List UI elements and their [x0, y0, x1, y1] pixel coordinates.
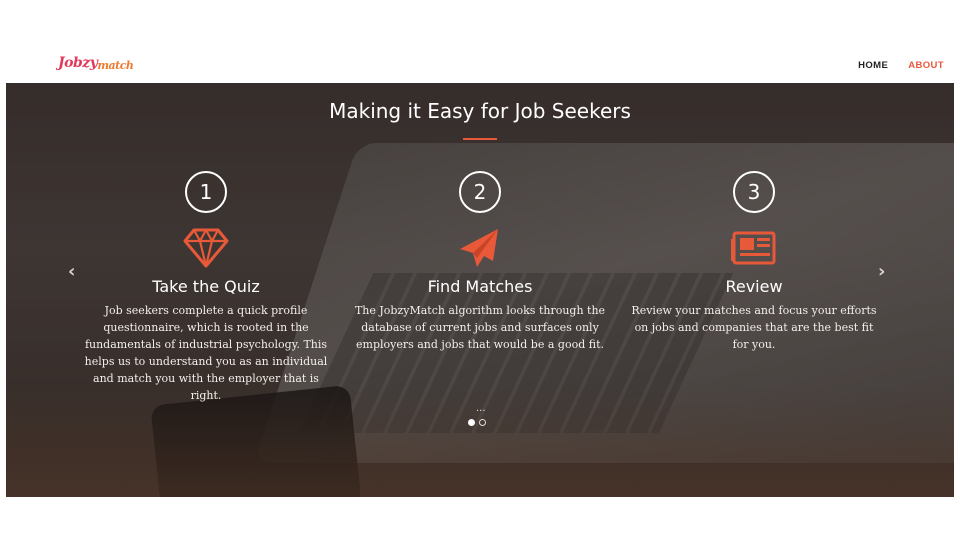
step-title-1: Take the Quiz — [152, 277, 260, 296]
step-number-3: 3 — [733, 171, 775, 213]
nav-home-link[interactable]: HOME — [858, 60, 888, 71]
navbar: Jobzymatch HOME ABOUT — [0, 0, 960, 83]
hero-title: Making it Easy for Job Seekers — [329, 99, 631, 123]
carousel-dot-1[interactable] — [468, 419, 475, 426]
title-divider — [463, 138, 497, 140]
step-column-1: 1 Take the Quiz Job seekers complete a q… — [80, 171, 332, 404]
logo-secondary: match — [97, 59, 134, 72]
carousel-prev-arrow[interactable]: ‹ — [68, 261, 75, 282]
step-number-1: 1 — [185, 171, 227, 213]
main-nav: HOME ABOUT — [858, 60, 944, 71]
diamond-icon — [182, 227, 230, 269]
carousel-next-arrow[interactable]: › — [878, 261, 885, 282]
hero-carousel: Making it Easy for Job Seekers 1 Take th… — [6, 83, 954, 497]
step-text-3: Review your matches and focus your effor… — [631, 304, 877, 351]
carousel-dot-2[interactable] — [479, 419, 486, 426]
newspaper-icon — [730, 227, 778, 269]
carousel-indicators — [468, 419, 486, 426]
logo-primary: Jobzy — [58, 55, 98, 71]
carousel-ellipsis: ... — [476, 403, 486, 414]
step-title-2: Find Matches — [427, 277, 533, 296]
step-column-2: 2 Find Matches The JobzyMatch algorithm … — [354, 171, 606, 353]
nav-about-link[interactable]: ABOUT — [908, 60, 944, 71]
step-title-3: Review — [725, 277, 783, 296]
step-column-3: 3 Review Review your matches and focus y… — [628, 171, 880, 353]
step-number-2: 2 — [459, 171, 501, 213]
logo[interactable]: Jobzymatch — [58, 55, 134, 72]
step-text-2: The JobzyMatch algorithm looks through t… — [354, 304, 606, 351]
paper-plane-icon — [456, 227, 504, 269]
step-text-1: Job seekers complete a quick profile que… — [84, 304, 328, 402]
